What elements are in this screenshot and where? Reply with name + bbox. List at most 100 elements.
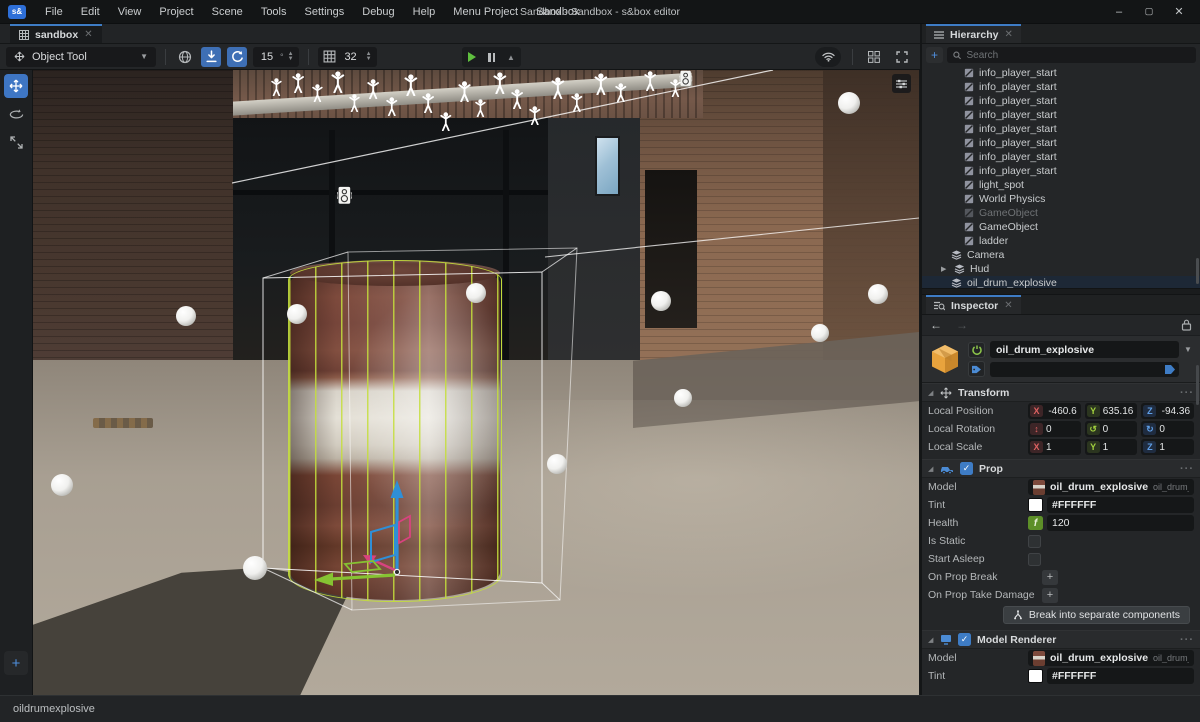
rotate-tool-button[interactable] (4, 102, 28, 126)
hierarchy-item-info_player_start[interactable]: info_player_start (922, 122, 1200, 136)
tab-close-icon[interactable]: ✕ (1004, 300, 1012, 311)
enabled-toggle[interactable] (968, 342, 985, 358)
hierarchy-item-oil_drum_explosive[interactable]: oil_drum_explosive (922, 276, 1200, 288)
health-field[interactable]: 120 (1047, 515, 1194, 531)
menu-edit[interactable]: Edit (72, 0, 109, 24)
menu-view[interactable]: View (109, 0, 151, 24)
probe-sphere[interactable] (243, 556, 267, 580)
player-start-icon[interactable] (530, 106, 539, 124)
probe-sphere[interactable] (176, 306, 196, 326)
viewport-options-button[interactable] (892, 74, 911, 93)
player-start-icon[interactable] (387, 97, 396, 115)
rotation-pitch-field[interactable]: ↕0 (1028, 421, 1081, 437)
hierarchy-item-gameobject[interactable]: GameObject (922, 206, 1200, 220)
collapse-icon[interactable]: ◢ (928, 636, 934, 644)
hierarchy-item-info_player_start[interactable]: info_player_start (922, 164, 1200, 178)
model-picker[interactable]: oil_drum_explosive oil_drum_explosive. (1028, 650, 1194, 666)
tool-dropdown[interactable]: Object Tool ▼ (6, 47, 156, 67)
maximize-button[interactable]: ▢ (1136, 3, 1162, 21)
stop-icon[interactable]: ▲ (507, 53, 515, 62)
player-start-icon[interactable] (645, 71, 655, 90)
collapse-icon[interactable]: ◢ (928, 389, 934, 397)
minimize-button[interactable]: – (1106, 3, 1132, 21)
scene-viewport[interactable] (33, 70, 919, 695)
grid-size-value[interactable]: 32 (340, 51, 362, 63)
probe-sphere[interactable] (51, 474, 73, 496)
hierarchy-item-info_player_start[interactable]: info_player_start (922, 66, 1200, 80)
player-start-icon[interactable] (553, 77, 564, 98)
renderer-enabled-checkbox[interactable]: ✓ (958, 633, 971, 646)
color-swatch[interactable] (1028, 669, 1043, 683)
color-swatch[interactable] (1028, 498, 1043, 512)
model-renderer-section-header[interactable]: ◢ ✓ Model Renderer ··· (922, 630, 1200, 649)
move-gizmo[interactable] (314, 480, 410, 586)
position-snap-toggle[interactable] (201, 47, 221, 67)
hierarchy-item-world-physics[interactable]: World Physics (922, 192, 1200, 206)
flag-icon[interactable] (1164, 364, 1176, 375)
probe-sphere[interactable] (466, 283, 486, 303)
is-static-checkbox[interactable] (1028, 535, 1041, 548)
hierarchy-item-light_spot[interactable]: light_spot (922, 178, 1200, 192)
player-start-icon[interactable] (313, 84, 322, 101)
back-button[interactable]: ← (930, 318, 942, 332)
fullscreen-button[interactable] (892, 47, 912, 67)
move-tool-button[interactable] (4, 74, 28, 98)
player-start-icon[interactable] (406, 74, 417, 95)
tab-close-icon[interactable]: ✕ (1004, 29, 1012, 40)
menu-tools[interactable]: Tools (252, 0, 296, 24)
player-start-icon[interactable] (671, 79, 680, 96)
player-start-icon[interactable] (572, 93, 581, 111)
prop-section-header[interactable]: ◢ ✓ Prop ··· (922, 459, 1200, 478)
player-start-icon[interactable] (441, 112, 450, 130)
rotation-roll-field[interactable]: ↻0 (1141, 421, 1194, 437)
tag-button[interactable] (968, 361, 985, 377)
probe-sphere[interactable] (811, 324, 829, 342)
scale-x-field[interactable]: X1 (1028, 439, 1081, 455)
player-start-icon[interactable] (512, 89, 522, 108)
hierarchy-item-info_player_start[interactable]: info_player_start (922, 94, 1200, 108)
hierarchy-item-info_player_start[interactable]: info_player_start (922, 108, 1200, 122)
grid-size-field[interactable]: 32 ▲▼ (318, 47, 377, 67)
player-start-icon[interactable] (293, 73, 303, 92)
inspector-scrollbar[interactable] (1196, 365, 1199, 405)
menu-menu-project[interactable]: Menu Project (444, 0, 527, 24)
rotation-yaw-field[interactable]: ↺0 (1085, 421, 1138, 437)
player-start-icon[interactable] (476, 99, 485, 116)
probe-sphere[interactable] (547, 454, 567, 474)
rotation-snap-toggle[interactable] (227, 47, 247, 67)
hierarchy-scrollbar[interactable] (1196, 258, 1199, 284)
object-name-field[interactable] (990, 341, 1179, 358)
menu-settings[interactable]: Settings (296, 0, 354, 24)
menu-scene[interactable]: Scene (203, 0, 252, 24)
player-start-icon[interactable] (350, 94, 359, 111)
probe-sphere[interactable] (838, 92, 860, 114)
start-asleep-checkbox[interactable] (1028, 553, 1041, 566)
section-menu-icon[interactable]: ··· (1180, 463, 1194, 475)
player-start-gizmos[interactable] (272, 71, 680, 130)
tab-hierarchy[interactable]: Hierarchy ✕ (926, 24, 1021, 43)
player-start-icon[interactable] (368, 79, 378, 98)
close-button[interactable]: ✕ (1166, 3, 1192, 21)
speaker-icon[interactable] (337, 187, 352, 204)
position-z-field[interactable]: Z-94.36 (1141, 403, 1194, 419)
hierarchy-add-button[interactable]: + (926, 47, 943, 63)
tab-close-icon[interactable]: ✕ (84, 29, 92, 40)
tab-inspector[interactable]: Inspector ✕ (926, 295, 1021, 314)
scale-z-field[interactable]: Z1 (1141, 439, 1194, 455)
scale-y-field[interactable]: Y1 (1085, 439, 1138, 455)
hierarchy-item-info_player_start[interactable]: info_player_start (922, 80, 1200, 94)
tint-field[interactable]: #FFFFFF (1047, 497, 1194, 513)
layout-button[interactable] (864, 47, 884, 67)
add-object-button[interactable]: + (4, 651, 28, 675)
probe-sphere[interactable] (651, 291, 671, 311)
hierarchy-item-info_player_start[interactable]: info_player_start (922, 150, 1200, 164)
pause-icon[interactable] (488, 53, 495, 62)
play-icon[interactable] (468, 52, 476, 62)
position-x-field[interactable]: X-460.6 (1028, 403, 1081, 419)
tab-sandbox[interactable]: sandbox ✕ (10, 24, 102, 43)
menu-sandbox[interactable]: Sandbox (527, 0, 588, 24)
player-start-icon[interactable] (272, 78, 281, 95)
hierarchy-item-camera[interactable]: Camera (922, 248, 1200, 262)
search-box[interactable] (947, 47, 1196, 63)
player-start-icon[interactable] (495, 72, 506, 93)
